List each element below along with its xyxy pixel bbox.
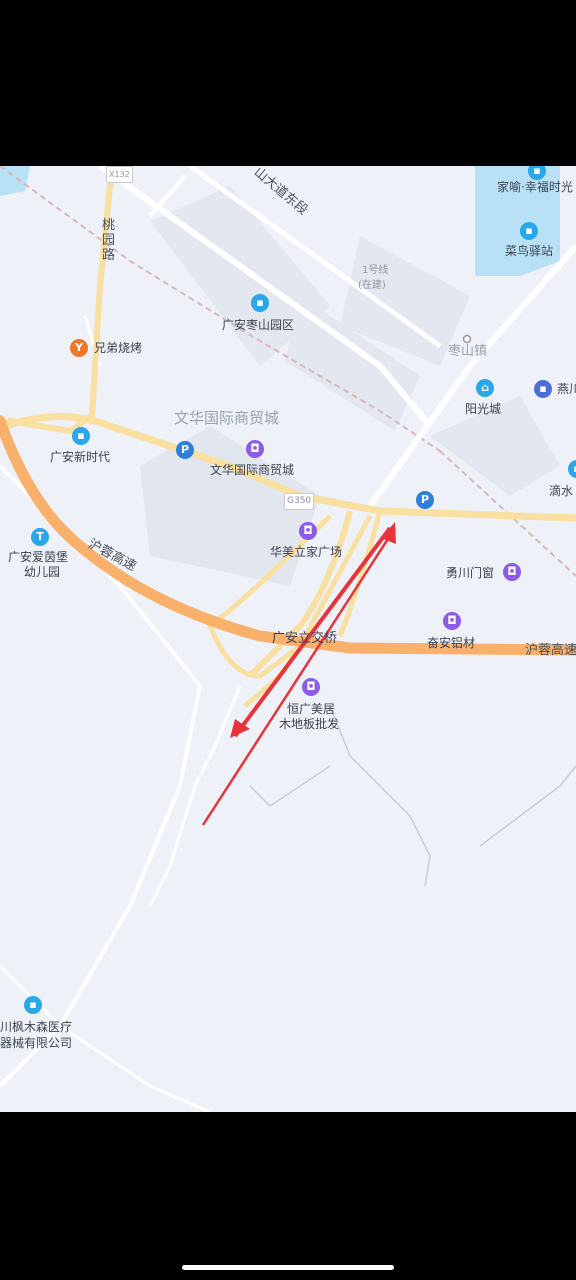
poi-label[interactable]: 滴水 [549, 484, 573, 499]
building-icon[interactable]: ▪ [72, 427, 90, 445]
poi-label[interactable]: 文华国际商贸城 [210, 463, 294, 478]
huchong-expressway-right-label: 沪蓉高速 [525, 643, 576, 658]
shopping-icon[interactable]: ◘ [299, 522, 317, 540]
metro-station-icon [462, 334, 472, 344]
poi-label[interactable]: 广安枣山园区 [222, 318, 294, 333]
zaoshan-town-label: 枣山镇 [448, 344, 488, 359]
poi-label[interactable]: 家喻·幸福时光 [497, 180, 573, 195]
shopping-icon[interactable]: ◘ [246, 440, 264, 458]
school-icon[interactable]: T [31, 528, 49, 546]
taoyuan-road-label: 桃园路 [102, 218, 116, 263]
red-arrow-head [381, 522, 396, 544]
map-view[interactable]: 桃园路 沪蓉高速 沪蓉高速 山大道东段 G350 X132 1号线 (在建) 文… [0, 166, 576, 1112]
poi-label[interactable]: 菜鸟驿站 [505, 244, 553, 259]
poi-label[interactable]: 阳光城 [465, 402, 501, 417]
metro-line-label: 1号线 [362, 265, 389, 276]
status-bar-area [0, 0, 576, 166]
wenhua-area-label: 文华国际商贸城 [174, 409, 280, 427]
poi-label[interactable]: 兄弟烧烤 [94, 341, 142, 356]
residential-icon[interactable]: ⌂ [476, 379, 494, 397]
poi-label[interactable]: 燕川 [557, 382, 576, 397]
path [329, 705, 431, 887]
parking-icon[interactable]: P [176, 441, 194, 459]
poi-label[interactable]: 勇川门窗 [446, 566, 494, 581]
hotel-icon[interactable]: ▪ [534, 380, 552, 398]
poi-label-line2[interactable]: 幼儿园 [24, 565, 60, 580]
x132-label: X132 [106, 166, 133, 183]
path [479, 765, 576, 847]
poi-label-line2[interactable]: 木地板批发 [279, 717, 339, 732]
parking-icon[interactable]: P [416, 491, 434, 509]
shopping-icon[interactable]: ◘ [302, 678, 320, 696]
shopping-icon[interactable]: ◘ [503, 563, 521, 581]
shopping-icon[interactable]: ◘ [443, 612, 461, 630]
poi-label[interactable]: 华美立家广场 [270, 545, 342, 560]
building-icon[interactable]: ▪ [24, 996, 42, 1014]
home-indicator[interactable] [182, 1265, 394, 1270]
building-icon[interactable]: ▪ [251, 294, 269, 312]
poi-label[interactable]: 奋安铝材 [427, 636, 475, 651]
interchange-label: 广安立交桥 [272, 631, 338, 646]
poi-label[interactable]: 广安新时代 [50, 450, 110, 465]
poi-label-line2[interactable]: 器械有限公司 [0, 1036, 72, 1051]
poi-label[interactable]: 恒广美居 [287, 702, 335, 717]
bottom-bar-area [0, 1112, 576, 1280]
path [249, 765, 331, 807]
poi-label[interactable]: 川枫木森医疗 [0, 1020, 72, 1035]
g350-label: G350 [284, 493, 315, 510]
restaurant-icon[interactable]: Y [70, 339, 88, 357]
poi-label[interactable]: 广安爱茵堡 [8, 550, 68, 565]
metro-status-label: (在建) [358, 280, 386, 291]
main-road [0, 166, 115, 435]
package-icon[interactable]: ▪ [520, 222, 538, 240]
water-area [0, 166, 30, 196]
